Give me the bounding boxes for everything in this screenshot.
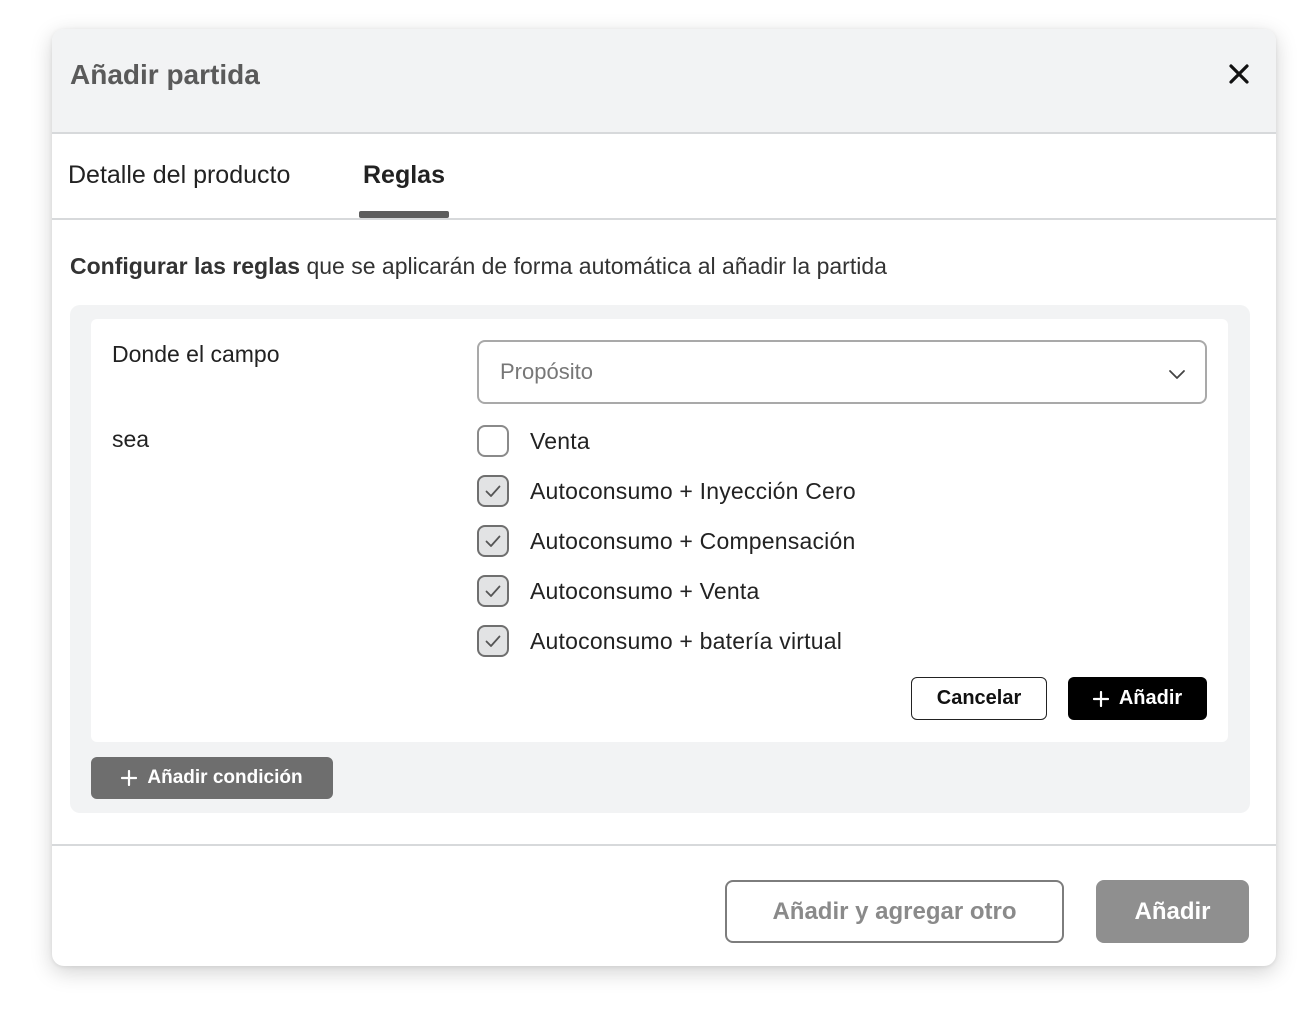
option-label: Venta [530,427,590,454]
add-button[interactable]: Añadir [1096,880,1249,943]
checkbox[interactable] [477,625,509,657]
condition-card: Donde el campo Propósito sea Venta Autoc [91,319,1228,742]
modal-title: Añadir partida [70,59,260,90]
add-button-label: Añadir [1118,687,1183,709]
option-label: Autoconsumo + Venta [530,577,760,604]
add-button-label: Añadir [1134,897,1211,925]
cancel-button[interactable]: Cancelar [911,677,1047,720]
rules-intro-text: Configurar las reglas que se aplicarán d… [70,253,887,280]
option-autoconsumo-bateria-virtual[interactable]: Autoconsumo + batería virtual [477,624,842,658]
option-label: Autoconsumo + Compensación [530,527,856,554]
operator-label: sea [112,426,150,452]
check-icon [485,485,501,497]
tab-bar: Detalle del producto Reglas [52,134,1276,220]
add-item-modal: Añadir partida Detalle del producto Regl… [52,29,1276,966]
field-label: Donde el campo [112,341,280,367]
option-autoconsumo-venta[interactable]: Autoconsumo + Venta [477,574,760,608]
tab-label: Detalle del producto [68,161,291,189]
intro-rest: que se aplicarán de forma automática al … [300,253,887,279]
option-autoconsumo-compensacion[interactable]: Autoconsumo + Compensación [477,524,855,558]
modal-header: Añadir partida [52,29,1276,134]
add-condition-button[interactable]: Añadir condición [91,757,333,799]
check-icon [485,535,501,547]
tab-rules[interactable]: Reglas [359,161,449,218]
check-icon [485,585,501,597]
plus-icon [121,770,138,786]
chevron-down-icon [1167,364,1187,384]
tab-label: Reglas [363,161,445,189]
checkbox[interactable] [477,425,509,457]
field-select[interactable]: Propósito [477,340,1207,404]
footer-divider [52,844,1276,846]
add-another-label: Añadir y agregar otro [772,897,1017,925]
checkbox[interactable] [477,575,509,607]
field-select-value: Propósito [500,359,593,384]
option-autoconsumo-inyeccion-cero[interactable]: Autoconsumo + Inyección Cero [477,474,856,508]
plus-icon [1092,690,1109,707]
intro-bold: Configurar las reglas [70,253,301,279]
check-icon [485,635,501,647]
cancel-button-label: Cancelar [936,687,1022,709]
option-venta[interactable]: Venta [477,424,590,458]
checkbox[interactable] [477,475,509,507]
add-condition-label: Añadir condición [147,767,303,788]
option-label: Autoconsumo + batería virtual [530,627,842,654]
close-icon [1228,63,1250,85]
rules-panel: Donde el campo Propósito sea Venta Autoc [70,305,1250,813]
option-label: Autoconsumo + Inyección Cero [530,477,856,504]
active-tab-indicator [359,211,449,218]
tab-product-detail[interactable]: Detalle del producto [68,161,290,218]
checkbox[interactable] [477,525,509,557]
close-button[interactable] [1224,59,1254,89]
add-and-add-another-button[interactable]: Añadir y agregar otro [725,880,1064,943]
add-condition-confirm-button[interactable]: Añadir [1068,677,1207,720]
